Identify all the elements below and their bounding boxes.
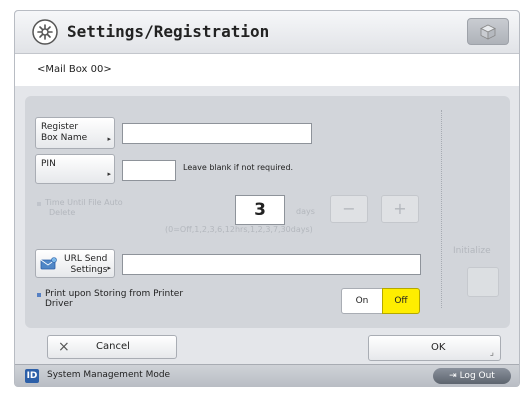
- print-upon-storing-label-2: Driver: [45, 299, 73, 309]
- url-send-settings-button[interactable]: URL Send Settings ▸: [35, 249, 115, 278]
- initialize-label: Initialize: [453, 246, 491, 256]
- id-icon: ID: [25, 369, 39, 383]
- ok-label: OK: [431, 342, 446, 353]
- print-upon-storing-label: Print upon Storing from Printer Driver: [45, 289, 183, 309]
- register-box-name-label-2: Box Name: [41, 133, 88, 143]
- decrement-button[interactable]: −: [330, 195, 368, 223]
- status-bar: ID System Management Mode ⇥ Log Out: [15, 364, 519, 387]
- url-send-field[interactable]: [122, 254, 421, 275]
- auto-delete-unit: days: [296, 207, 315, 216]
- url-send-label-2: Settings: [70, 265, 108, 275]
- mode-text: System Management Mode: [47, 370, 171, 380]
- pin-field[interactable]: [122, 160, 176, 181]
- url-send-label-1: URL Send: [64, 254, 108, 264]
- register-box-name-button[interactable]: Register Box Name ▸: [35, 117, 115, 149]
- bullet-icon: [37, 293, 41, 297]
- auto-delete-range-hint: (0=Off,1,2,3,6,12hrs,1,2,3,7,30days): [165, 225, 313, 234]
- settings-gear-icon: [32, 19, 58, 45]
- settings-panel: Register Box Name ▸ PIN ▸ Leave blank if…: [25, 96, 510, 328]
- auto-delete-label-1: Time Until File Auto: [45, 198, 123, 207]
- cancel-button[interactable]: × Cancel: [47, 335, 177, 359]
- arrow-right-icon: ▸: [107, 264, 111, 272]
- pin-label: PIN: [41, 159, 56, 169]
- vertical-divider: [441, 110, 442, 308]
- page-title: Settings/Registration: [67, 22, 270, 41]
- enter-corner-icon: ⌟: [489, 348, 494, 358]
- arrow-right-icon: ▸: [107, 135, 111, 143]
- register-box-name-field[interactable]: [122, 123, 312, 144]
- mailbox-name: <Mail Box 00>: [37, 64, 112, 75]
- cancel-label: Cancel: [96, 341, 130, 352]
- auto-delete-value[interactable]: 3: [235, 195, 285, 225]
- url-send-icon: [40, 257, 57, 270]
- register-box-name-label-1: Register: [41, 122, 79, 132]
- increment-button[interactable]: +: [381, 195, 419, 223]
- pin-hint: Leave blank if not required.: [183, 163, 294, 172]
- title-bar: Settings/Registration: [15, 11, 519, 54]
- logout-button[interactable]: ⇥ Log Out: [433, 368, 511, 384]
- header-menu-button[interactable]: [467, 18, 509, 45]
- logout-icon: ⇥: [449, 371, 457, 381]
- print-off-button[interactable]: Off: [382, 288, 420, 314]
- close-icon: ×: [58, 339, 70, 355]
- initialize-button[interactable]: [467, 267, 499, 297]
- auto-delete-label-2: Delete: [49, 208, 76, 217]
- logout-label: Log Out: [459, 371, 495, 381]
- settings-window: Settings/Registration <Mail Box 00> Regi…: [14, 10, 520, 387]
- pin-button[interactable]: PIN ▸: [35, 154, 115, 184]
- cube-icon: [480, 24, 496, 40]
- ok-button[interactable]: OK ⌟: [368, 335, 501, 361]
- mailbox-subheader: <Mail Box 00>: [15, 54, 519, 86]
- bullet-icon: [37, 202, 41, 206]
- print-on-button[interactable]: On: [341, 288, 383, 314]
- arrow-right-icon: ▸: [107, 170, 111, 178]
- auto-delete-label: Time Until File Auto Delete: [45, 198, 123, 218]
- print-upon-storing-label-1: Print upon Storing from Printer: [45, 289, 184, 299]
